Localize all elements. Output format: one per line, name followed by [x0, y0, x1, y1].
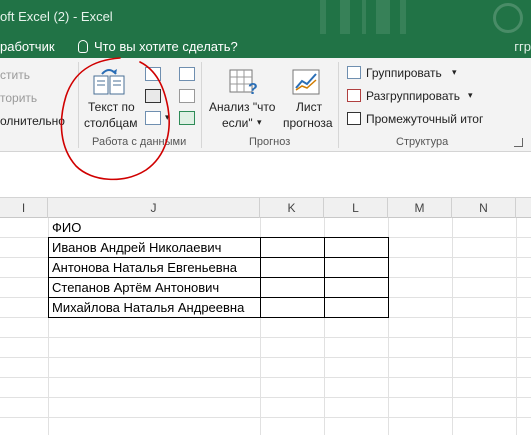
- ribbon-clipped-item-3[interactable]: олнительно: [0, 114, 65, 128]
- cell-j-row-4[interactable]: Михайлова Наталья Андреевна: [52, 298, 244, 318]
- column-header-l[interactable]: L: [324, 198, 388, 218]
- what-if-label-2[interactable]: если": [222, 116, 253, 130]
- data-validation-dropdown-icon[interactable]: ▾: [165, 112, 170, 123]
- tab-developer[interactable]: работчик: [0, 39, 55, 54]
- column-header-m[interactable]: M: [388, 198, 452, 218]
- forecast-sheet-label-2[interactable]: прогноза: [283, 116, 333, 130]
- column-header-k[interactable]: K: [260, 198, 324, 218]
- column-header-i[interactable]: I: [0, 198, 48, 218]
- what-if-label-1[interactable]: Анализ "что: [209, 100, 275, 114]
- tell-me-box[interactable]: Что вы хотите сделать?: [78, 39, 238, 54]
- what-if-dropdown-icon[interactable]: ▾: [257, 117, 262, 128]
- data-validation-icon[interactable]: [145, 111, 161, 125]
- lightbulb-icon: [78, 40, 88, 53]
- ribbon-clipped-item-2[interactable]: торить: [0, 91, 37, 105]
- cell-j-row-3[interactable]: Степанов Артём Антонович: [52, 278, 219, 298]
- flash-fill-icon[interactable]: [145, 67, 161, 81]
- text-to-columns-label-2[interactable]: столбцам: [84, 116, 137, 130]
- forecast-sheet-label-1[interactable]: Лист: [296, 100, 322, 114]
- dialog-launcher-icon[interactable]: [514, 138, 523, 147]
- forecast-sheet-icon[interactable]: [291, 66, 323, 98]
- manage-data-model-icon[interactable]: [179, 111, 195, 125]
- consolidate-icon[interactable]: [179, 67, 195, 81]
- title-bar: oft Excel (2) - Excel: [0, 0, 531, 34]
- cell-j-row-1[interactable]: Иванов Андрей Николаевич: [52, 238, 221, 258]
- group-label-forecast: Прогноз: [249, 136, 291, 148]
- subtotal-icon[interactable]: [347, 112, 361, 125]
- formula-bar-area: [0, 152, 531, 198]
- what-if-icon[interactable]: ?: [228, 66, 260, 98]
- column-headers: I J K L M N: [0, 198, 531, 218]
- menu-right-clipped: ггр: [514, 39, 531, 54]
- relationships-icon[interactable]: [179, 89, 195, 103]
- ungroup-icon[interactable]: [347, 89, 361, 102]
- group-icon[interactable]: [347, 66, 361, 79]
- text-to-columns-icon[interactable]: [92, 66, 126, 98]
- group-label-outline: Структура: [396, 136, 449, 148]
- group-button[interactable]: Группировать: [366, 66, 442, 80]
- column-header-n[interactable]: N: [452, 198, 516, 218]
- svg-text:?: ?: [248, 81, 258, 98]
- ungroup-dropdown-icon[interactable]: ▾: [468, 90, 473, 101]
- title-decoration: [300, 0, 440, 34]
- column-header-j[interactable]: J: [48, 198, 260, 218]
- ribbon-separator: [78, 62, 79, 148]
- group-dropdown-icon[interactable]: ▾: [452, 67, 457, 78]
- group-label-data-tools: Работа с данными: [92, 136, 187, 148]
- ribbon-separator: [338, 62, 339, 148]
- tell-me-text: Что вы хотите сделать?: [94, 39, 238, 54]
- ribbon-separator: [201, 62, 202, 148]
- ribbon: стить торить олнительно Текст по столбца…: [0, 58, 531, 152]
- cell-j-row-2[interactable]: Антонова Наталья Евгеньевна: [52, 258, 237, 278]
- ungroup-button[interactable]: Разгруппировать: [366, 89, 460, 103]
- sheet-grid[interactable]: ФИО Иванов Андрей Николаевич Антонова На…: [0, 218, 531, 435]
- text-to-columns-label-1[interactable]: Текст по: [88, 100, 135, 114]
- cell-j-header[interactable]: ФИО: [52, 218, 81, 238]
- title-decoration-circle: [493, 3, 523, 33]
- menu-bar: работчик Что вы хотите сделать? ггр: [0, 34, 531, 58]
- subtotal-button[interactable]: Промежуточный итог: [366, 112, 483, 126]
- window-title: oft Excel (2) - Excel: [0, 9, 113, 24]
- excel-window: oft Excel (2) - Excel работчик Что вы хо…: [0, 0, 531, 435]
- remove-duplicates-icon[interactable]: [145, 89, 161, 103]
- ribbon-clipped-item-1[interactable]: стить: [0, 68, 30, 82]
